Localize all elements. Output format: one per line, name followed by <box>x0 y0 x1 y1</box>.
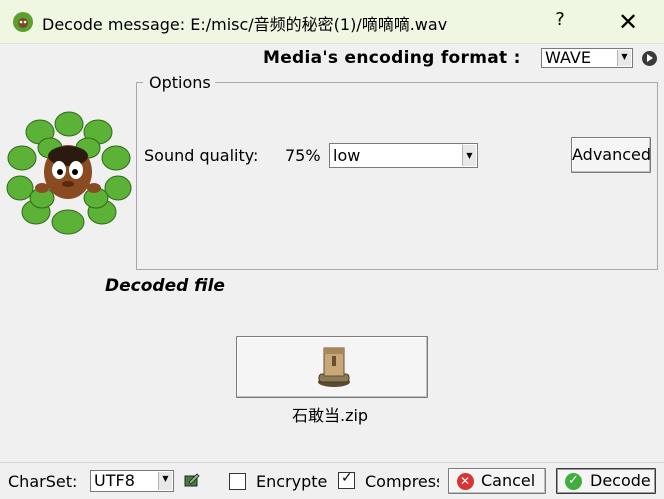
encoding-format-value: WAVE <box>545 48 591 67</box>
window-title: Decode message: E:/misc/音频的秘密(1)/嘀嘀嘀.wav <box>42 15 448 34</box>
check-icon <box>565 472 582 490</box>
charset-select[interactable]: UTF8 ▼ <box>90 470 174 492</box>
decoded-file-name: 石敢当.zip <box>292 406 369 425</box>
charset-label: CharSet: <box>8 472 78 491</box>
decoded-file-label: Decoded file <box>105 276 225 296</box>
cancel-button[interactable]: Cancel <box>448 468 546 494</box>
chevron-down-icon: ▼ <box>158 472 172 490</box>
leaf-character-icon <box>13 12 33 32</box>
cancel-icon <box>457 472 474 490</box>
chevron-down-icon: ▼ <box>462 145 476 166</box>
sound-quality-select[interactable]: low ▼ <box>329 143 478 168</box>
decode-button[interactable]: Decode <box>556 468 656 494</box>
play-icon[interactable] <box>642 51 657 66</box>
compressed-label: Compressed <box>365 472 439 491</box>
sound-quality-value: 75% <box>285 146 321 165</box>
cancel-label: Cancel <box>481 471 536 490</box>
compressed-checkbox[interactable] <box>338 470 355 489</box>
advanced-button[interactable]: Advanced <box>571 137 651 173</box>
encoding-format-select[interactable]: WAVE ▼ <box>541 48 633 68</box>
encrypted-label: Encrypted <box>256 472 328 491</box>
encrypted-checkbox[interactable] <box>229 473 246 490</box>
sound-quality-selected: low <box>333 146 361 165</box>
archive-box-icon <box>318 347 350 387</box>
sound-quality-label: Sound quality: <box>144 146 259 165</box>
charset-selected: UTF8 <box>94 471 135 490</box>
edit-icon[interactable] <box>183 472 201 488</box>
encoding-format-label: Media's encoding format : <box>263 48 521 68</box>
options-legend: Options <box>147 73 213 92</box>
title-bar: Decode message: E:/misc/音频的秘密(1)/嘀嘀嘀.wav… <box>0 0 664 44</box>
decode-label: Decode <box>590 471 651 490</box>
leaf-character-avatar <box>6 111 132 235</box>
close-button[interactable]: ✕ <box>614 8 642 36</box>
help-button[interactable]: ? <box>548 9 572 35</box>
options-group <box>136 82 658 270</box>
chevron-down-icon: ▼ <box>617 50 631 66</box>
